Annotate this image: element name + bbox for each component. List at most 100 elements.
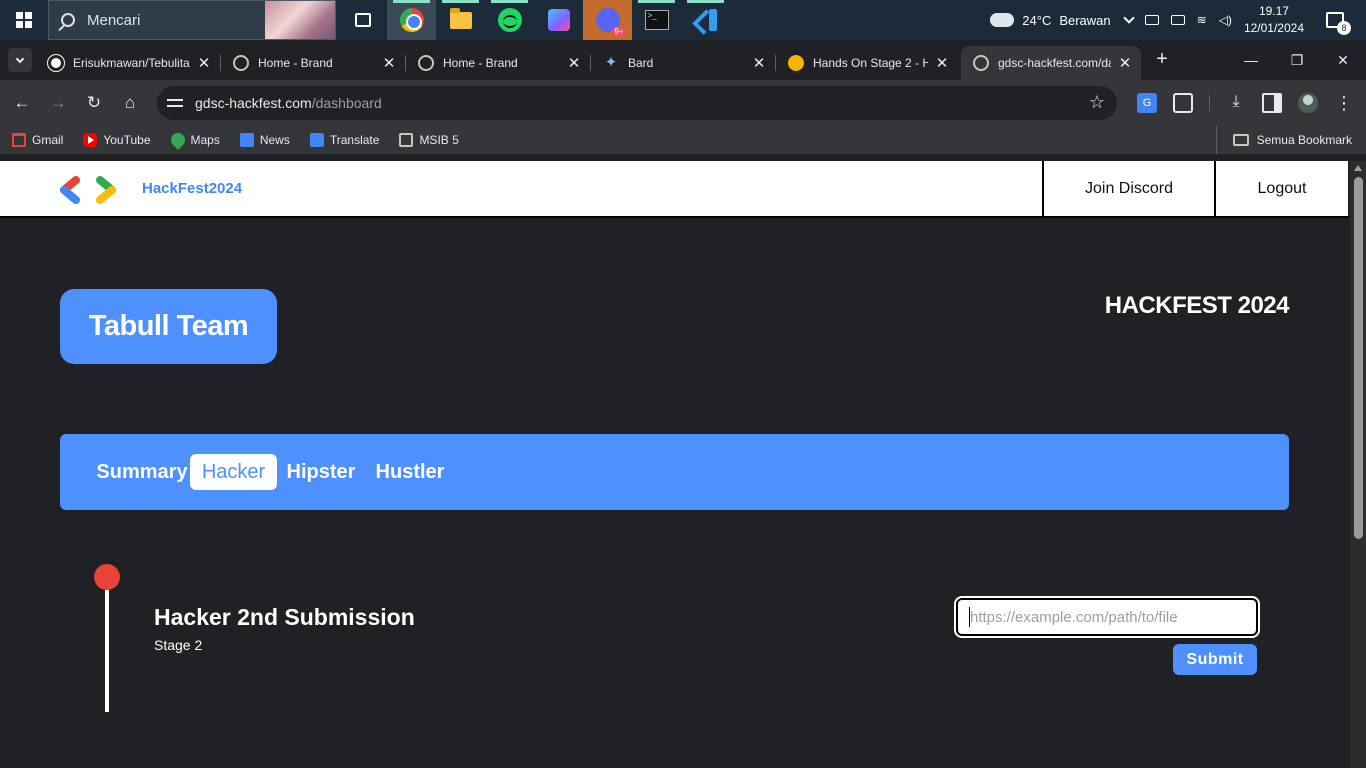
bookmark-news[interactable]: News: [239, 133, 290, 147]
tab-summary[interactable]: Summary: [82, 454, 202, 490]
more-menu-icon[interactable]: ⋮: [1334, 93, 1354, 113]
close-tab-icon[interactable]: ✕: [196, 54, 212, 72]
tab-title: Erisukmawan/Tebulitas: [73, 56, 190, 70]
folder-icon: [1232, 134, 1249, 146]
taskbar-apps: 9+ >_: [338, 0, 730, 40]
browser-tab[interactable]: Home - Brand ✕: [221, 46, 406, 80]
tab-title: Home - Brand: [258, 56, 333, 70]
tab-title: gdsc-hackfest.com/da: [998, 56, 1111, 70]
github-icon: [48, 55, 64, 71]
taskbar-chrome[interactable]: [387, 0, 436, 40]
join-discord-link[interactable]: Join Discord: [1042, 161, 1214, 216]
tab-hipster[interactable]: Hipster: [280, 454, 362, 490]
bookmark-label: Maps: [190, 133, 220, 147]
tab-hustler[interactable]: Hustler: [368, 454, 452, 490]
submit-button[interactable]: Submit: [1173, 644, 1257, 675]
bookmark-star-icon[interactable]: ☆: [1089, 92, 1105, 113]
all-bookmarks-button[interactable]: Semua Bookmark: [1215, 126, 1352, 154]
chrome-icon: [399, 8, 424, 32]
scroll-up-icon[interactable]: [1354, 165, 1362, 171]
reload-button[interactable]: ↻: [81, 90, 107, 116]
browser-tab[interactable]: Hands On Stage 2 - H ✕: [776, 46, 958, 80]
globe-icon: [418, 55, 434, 71]
start-button[interactable]: [0, 0, 48, 40]
taskbar-file-explorer[interactable]: [436, 0, 485, 40]
bookmark-translate[interactable]: Translate: [309, 133, 380, 147]
side-panel-icon[interactable]: [1262, 93, 1282, 113]
close-tab-icon[interactable]: ✕: [751, 54, 767, 72]
tab-search-button[interactable]: [8, 48, 32, 72]
tab-hacker[interactable]: Hacker: [190, 454, 277, 490]
bookmark-gmail[interactable]: Gmail: [12, 133, 63, 147]
figma-icon: [547, 9, 570, 31]
browser-tab[interactable]: Home - Brand ✕: [406, 46, 591, 80]
bard-icon: ✦: [604, 54, 618, 71]
address-bar[interactable]: gdsc-hackfest.com/dashboard ☆: [157, 86, 1117, 120]
discord-icon: 9+: [595, 8, 626, 36]
translate-icon[interactable]: G: [1137, 93, 1157, 113]
bookmark-label: Translate: [329, 133, 380, 147]
browser-tab[interactable]: ✦ Bard ✕: [591, 46, 776, 80]
system-tray: 24°C Berawan ≋ ◁) 19.17 12/01/2024 8: [990, 0, 1366, 40]
taskbar-terminal[interactable]: >_: [632, 0, 681, 40]
taskbar-vscode[interactable]: [681, 0, 730, 40]
bookmark-label: News: [259, 133, 290, 147]
taskbar-discord[interactable]: 9+: [583, 0, 632, 40]
close-tab-icon[interactable]: ✕: [381, 54, 397, 72]
close-tab-icon[interactable]: ✕: [566, 54, 582, 72]
weather-temp: 24°C: [1022, 12, 1052, 28]
gmail-icon: [12, 133, 26, 147]
all-bookmarks-label: Semua Bookmark: [1256, 133, 1352, 147]
forward-button[interactable]: →: [45, 90, 71, 116]
task-view-button[interactable]: [338, 0, 387, 40]
restore-button[interactable]: ❐: [1274, 40, 1320, 80]
bookmark-label: MSIB 5: [419, 133, 459, 147]
bookmark-maps[interactable]: Maps: [167, 130, 220, 150]
task-view-icon: [354, 13, 371, 27]
submission-url-input[interactable]: [956, 598, 1258, 636]
browser-tabstrip: Erisukmawan/Tebulitas ✕ Home - Brand ✕ H…: [0, 40, 1366, 80]
toolbar-divider: [1209, 95, 1210, 111]
close-tab-icon[interactable]: ✕: [934, 54, 950, 72]
battery-icon[interactable]: [1170, 15, 1185, 25]
back-button[interactable]: ←: [9, 90, 35, 116]
close-tab-icon[interactable]: ✕: [1117, 54, 1133, 72]
text-caret: [969, 607, 970, 627]
terminal-icon: >_: [644, 10, 669, 30]
scrollbar-thumb[interactable]: [1354, 177, 1363, 539]
close-window-button[interactable]: ✕: [1320, 40, 1366, 80]
home-button[interactable]: ⌂: [117, 90, 143, 116]
file-explorer-icon: [449, 7, 472, 29]
extensions-icon[interactable]: [1173, 93, 1193, 113]
page-scrollbar[interactable]: [1350, 161, 1366, 768]
minimize-button[interactable]: —: [1228, 40, 1274, 80]
browser-tab-active[interactable]: gdsc-hackfest.com/da ✕: [961, 46, 1141, 80]
tab-title: Hands On Stage 2 - H: [813, 56, 928, 70]
bookmarks-bar: Gmail YouTube Maps News Translate MSIB 5…: [0, 126, 1366, 154]
gdsc-logo-icon[interactable]: [60, 175, 118, 205]
logout-button[interactable]: Logout: [1214, 161, 1348, 216]
maps-icon: [167, 130, 188, 150]
bookmark-folder-msib[interactable]: MSIB 5: [399, 133, 459, 147]
address-path: /dashboard: [311, 95, 382, 111]
wifi-icon[interactable]: ≋: [1197, 13, 1207, 27]
profile-avatar[interactable]: [1298, 93, 1318, 113]
taskbar-search[interactable]: Mencari: [48, 0, 336, 40]
browser-tab[interactable]: Erisukmawan/Tebulitas ✕: [36, 46, 221, 80]
brand-name[interactable]: HackFest2024: [142, 180, 242, 197]
taskbar-figma[interactable]: [534, 0, 583, 40]
weather-widget[interactable]: 24°C Berawan: [990, 6, 1111, 28]
role-tabs: Summary Hacker Hipster Hustler: [60, 434, 1289, 510]
show-hidden-icons-icon[interactable]: [1122, 12, 1135, 24]
volume-icon[interactable]: ◁): [1219, 13, 1232, 27]
clock[interactable]: 19.17 12/01/2024: [1244, 3, 1304, 37]
tab-title: Bard: [628, 56, 654, 70]
new-tab-button[interactable]: +: [1150, 48, 1174, 72]
notification-icon[interactable]: 8: [1326, 12, 1351, 35]
taskbar-spotify[interactable]: [485, 0, 534, 40]
site-info-icon[interactable]: [167, 96, 185, 110]
chevron-down-icon: [15, 54, 25, 63]
onedrive-icon[interactable]: [1144, 15, 1159, 25]
bookmark-youtube[interactable]: YouTube: [83, 133, 151, 147]
download-icon[interactable]: ⤓: [1226, 93, 1246, 113]
